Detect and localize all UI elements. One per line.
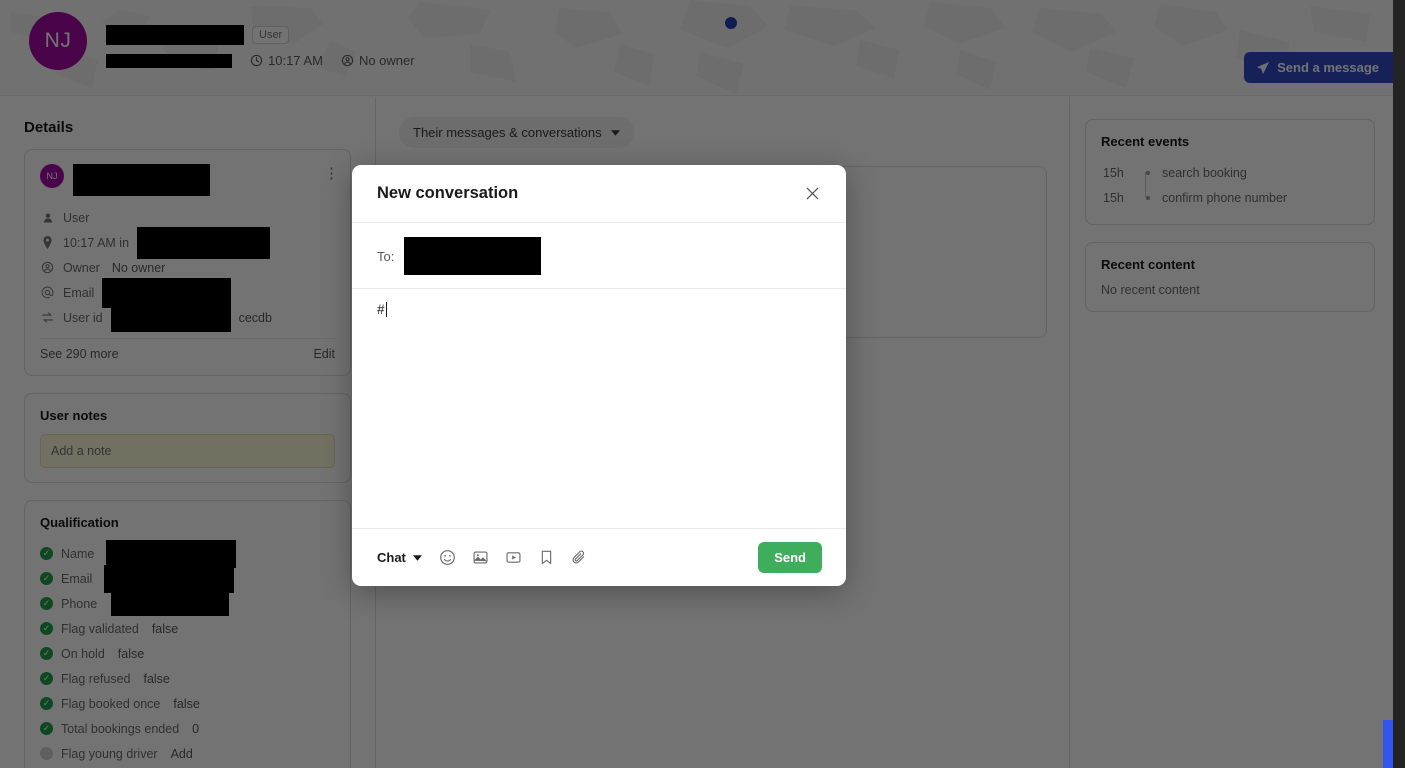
chevron-down-icon bbox=[412, 554, 422, 561]
modal-footer: Chat Send bbox=[352, 528, 846, 586]
window-right-edge bbox=[1393, 0, 1405, 768]
composer-toolbar bbox=[438, 548, 589, 567]
text-cursor bbox=[385, 302, 387, 317]
to-recipient-redacted bbox=[404, 237, 542, 275]
send-button[interactable]: Send bbox=[758, 542, 822, 573]
saved-reply-icon[interactable] bbox=[537, 548, 556, 567]
edge-blue-indicator bbox=[1383, 720, 1393, 768]
channel-type-label: Chat bbox=[377, 550, 406, 565]
channel-type-dropdown[interactable]: Chat bbox=[377, 550, 422, 565]
modal-header: New conversation bbox=[352, 165, 846, 223]
attachment-icon[interactable] bbox=[570, 548, 589, 567]
message-composer[interactable]: # bbox=[352, 289, 846, 528]
image-icon[interactable] bbox=[471, 548, 490, 567]
close-icon[interactable] bbox=[800, 182, 824, 206]
emoji-icon[interactable] bbox=[438, 548, 457, 567]
new-conversation-modal: New conversation To: # Chat Send bbox=[352, 165, 846, 586]
video-icon[interactable] bbox=[504, 548, 523, 567]
modal-to-field[interactable]: To: bbox=[352, 223, 846, 289]
composer-text: # bbox=[377, 302, 385, 317]
modal-title: New conversation bbox=[377, 184, 519, 202]
to-label: To: bbox=[377, 248, 395, 264]
